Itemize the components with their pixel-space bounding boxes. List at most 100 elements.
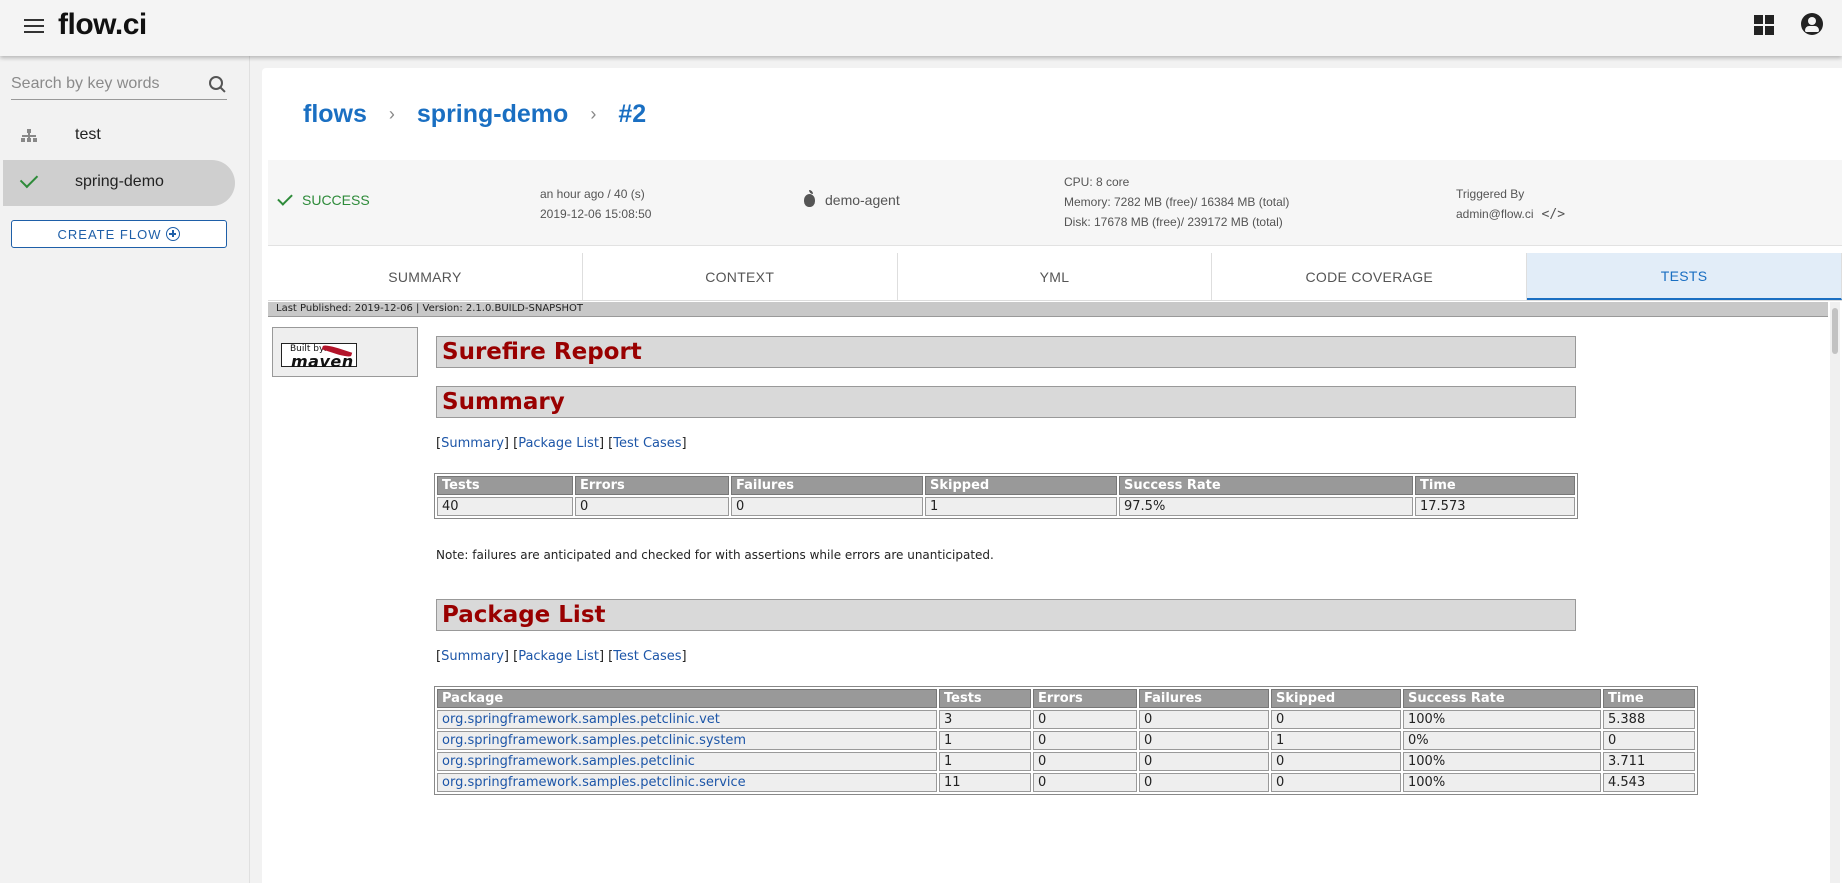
summary-heading: Summary bbox=[436, 386, 1576, 418]
tab-tests[interactable]: TESTS bbox=[1527, 253, 1842, 300]
agent-name: demo-agent bbox=[825, 192, 900, 208]
table-cell: 0% bbox=[1403, 731, 1601, 750]
nav-link-summary[interactable]: Summary bbox=[441, 649, 504, 664]
search-icon[interactable] bbox=[209, 76, 225, 92]
table-cell: 0 bbox=[1139, 752, 1269, 771]
account-circle-icon[interactable] bbox=[1801, 13, 1823, 35]
breadcrumb-job[interactable]: #2 bbox=[618, 100, 646, 129]
report-nav-summary: [Summary] [Package List] [Test Cases] bbox=[436, 436, 687, 451]
breadcrumb: flows › spring-demo › #2 bbox=[303, 100, 646, 129]
maven-logo[interactable]: Built by: maven bbox=[281, 343, 357, 371]
check-icon bbox=[19, 169, 39, 189]
table-row: 40 0 0 1 97.5% 17.573 bbox=[437, 497, 1575, 516]
package-link[interactable]: org.springframework.samples.petclinic.ve… bbox=[442, 712, 720, 727]
table-cell: 0 bbox=[1033, 710, 1137, 729]
job-time: an hour ago / 40 (s) 2019-12-06 15:08:50 bbox=[540, 184, 651, 224]
create-flow-button[interactable]: CREATE FLOW bbox=[11, 220, 227, 248]
job-duration: an hour ago / 40 (s) bbox=[540, 187, 645, 201]
tree-icon bbox=[21, 129, 37, 143]
table-row: org.springframework.samples.petclinic 1 … bbox=[437, 752, 1695, 771]
column-header: Errors bbox=[1033, 689, 1137, 708]
nav-link-test-cases[interactable]: Test Cases bbox=[613, 436, 681, 451]
table-cell: 100% bbox=[1403, 773, 1601, 792]
chevron-right-icon: › bbox=[388, 104, 395, 124]
table-cell: org.springframework.samples.petclinic.se… bbox=[437, 773, 937, 792]
table-cell: 0 bbox=[1603, 731, 1695, 750]
sidebar-item-test[interactable]: test bbox=[3, 113, 235, 159]
table-cell: 11 bbox=[939, 773, 1031, 792]
maven-name: maven bbox=[291, 352, 354, 371]
tab-yml[interactable]: YML bbox=[898, 253, 1213, 300]
breadcrumb-flows[interactable]: flows bbox=[303, 100, 367, 129]
report-title: Surefire Report bbox=[436, 336, 1576, 368]
nav-link-summary[interactable]: Summary bbox=[441, 436, 504, 451]
tab-code-coverage[interactable]: CODE COVERAGE bbox=[1212, 253, 1528, 300]
table-cell: 0 bbox=[575, 497, 729, 516]
triggered-by: admin@flow.ci bbox=[1456, 207, 1534, 221]
app-logo: flow.ci bbox=[58, 8, 147, 41]
package-link[interactable]: org.springframework.samples.petclinic.se… bbox=[442, 775, 746, 790]
package-link[interactable]: org.springframework.samples.petclinic.sy… bbox=[442, 733, 746, 748]
table-cell: 4.543 bbox=[1603, 773, 1695, 792]
success-check-icon bbox=[277, 190, 293, 206]
main-panel: flows › spring-demo › #2 SUCCESS an hour… bbox=[262, 68, 1842, 883]
job-trigger: Triggered By admin@flow.ci </> bbox=[1456, 184, 1565, 225]
search-input[interactable] bbox=[11, 70, 201, 98]
table-cell: 0 bbox=[731, 497, 923, 516]
scrollbar-thumb[interactable] bbox=[1832, 308, 1838, 354]
table-cell: 100% bbox=[1403, 752, 1601, 771]
table-cell: 17.573 bbox=[1415, 497, 1575, 516]
table-cell: 0 bbox=[1139, 731, 1269, 750]
table-cell: 0 bbox=[1033, 731, 1137, 750]
disk-info: Disk: 17678 MB (free)/ 239172 MB (total) bbox=[1064, 215, 1283, 229]
table-cell: 3.711 bbox=[1603, 752, 1695, 771]
breadcrumb-flow[interactable]: spring-demo bbox=[417, 100, 568, 129]
apple-icon bbox=[804, 189, 815, 207]
table-row: org.springframework.samples.petclinic.ve… bbox=[437, 710, 1695, 729]
create-flow-label: CREATE FLOW bbox=[57, 226, 162, 242]
nav-link-package-list[interactable]: Package List bbox=[518, 436, 599, 451]
table-cell: 3 bbox=[939, 710, 1031, 729]
table-cell: 0 bbox=[1033, 752, 1137, 771]
column-header: Tests bbox=[437, 476, 573, 495]
column-header: Tests bbox=[939, 689, 1031, 708]
sidebar-item-spring-demo[interactable]: spring-demo bbox=[3, 160, 235, 206]
job-tabs: SUMMARY CONTEXT YML CODE COVERAGE TESTS bbox=[268, 253, 1842, 301]
nav-link-package-list[interactable]: Package List bbox=[518, 649, 599, 664]
column-header: Package bbox=[437, 689, 937, 708]
sidebar-item-label: spring-demo bbox=[75, 173, 164, 190]
column-header: Failures bbox=[1139, 689, 1269, 708]
top-app-bar: flow.ci bbox=[0, 0, 1842, 56]
table-cell: 0 bbox=[1271, 752, 1401, 771]
table-cell: 0 bbox=[1271, 710, 1401, 729]
package-link[interactable]: org.springframework.samples.petclinic bbox=[442, 754, 695, 769]
tab-summary[interactable]: SUMMARY bbox=[268, 253, 583, 300]
job-info-bar: SUCCESS an hour ago / 40 (s) 2019-12-06 … bbox=[268, 160, 1842, 246]
job-status: SUCCESS bbox=[277, 190, 370, 208]
tab-context[interactable]: CONTEXT bbox=[583, 253, 898, 300]
column-header: Success Rate bbox=[1119, 476, 1413, 495]
code-icon[interactable]: </> bbox=[1542, 205, 1565, 225]
table-cell: 1 bbox=[939, 752, 1031, 771]
table-header-row: Package Tests Errors Failures Skipped Su… bbox=[437, 689, 1695, 708]
summary-table: Tests Errors Failures Skipped Success Ra… bbox=[434, 473, 1578, 519]
menu-icon[interactable] bbox=[24, 16, 46, 38]
add-circle-icon bbox=[166, 227, 181, 241]
table-cell: 1 bbox=[1271, 731, 1401, 750]
table-cell: 0 bbox=[1139, 710, 1269, 729]
report-scrollbar[interactable] bbox=[1830, 302, 1840, 883]
table-row: org.springframework.samples.petclinic.se… bbox=[437, 773, 1695, 792]
status-text: SUCCESS bbox=[302, 192, 370, 208]
table-cell: org.springframework.samples.petclinic.sy… bbox=[437, 731, 937, 750]
table-header-row: Tests Errors Failures Skipped Success Ra… bbox=[437, 476, 1575, 495]
table-cell: 40 bbox=[437, 497, 573, 516]
surefire-report-frame[interactable]: Last Published: 2019-12-06 | Version: 2.… bbox=[268, 302, 1835, 883]
column-header: Failures bbox=[731, 476, 923, 495]
failures-note: Note: failures are anticipated and check… bbox=[436, 548, 994, 562]
table-cell: 5.388 bbox=[1603, 710, 1695, 729]
table-row: org.springframework.samples.petclinic.sy… bbox=[437, 731, 1695, 750]
table-cell: 100% bbox=[1403, 710, 1601, 729]
publish-banner: Last Published: 2019-12-06 | Version: 2.… bbox=[268, 302, 1828, 317]
apps-grid-icon[interactable] bbox=[1754, 15, 1774, 35]
nav-link-test-cases[interactable]: Test Cases bbox=[613, 649, 681, 664]
